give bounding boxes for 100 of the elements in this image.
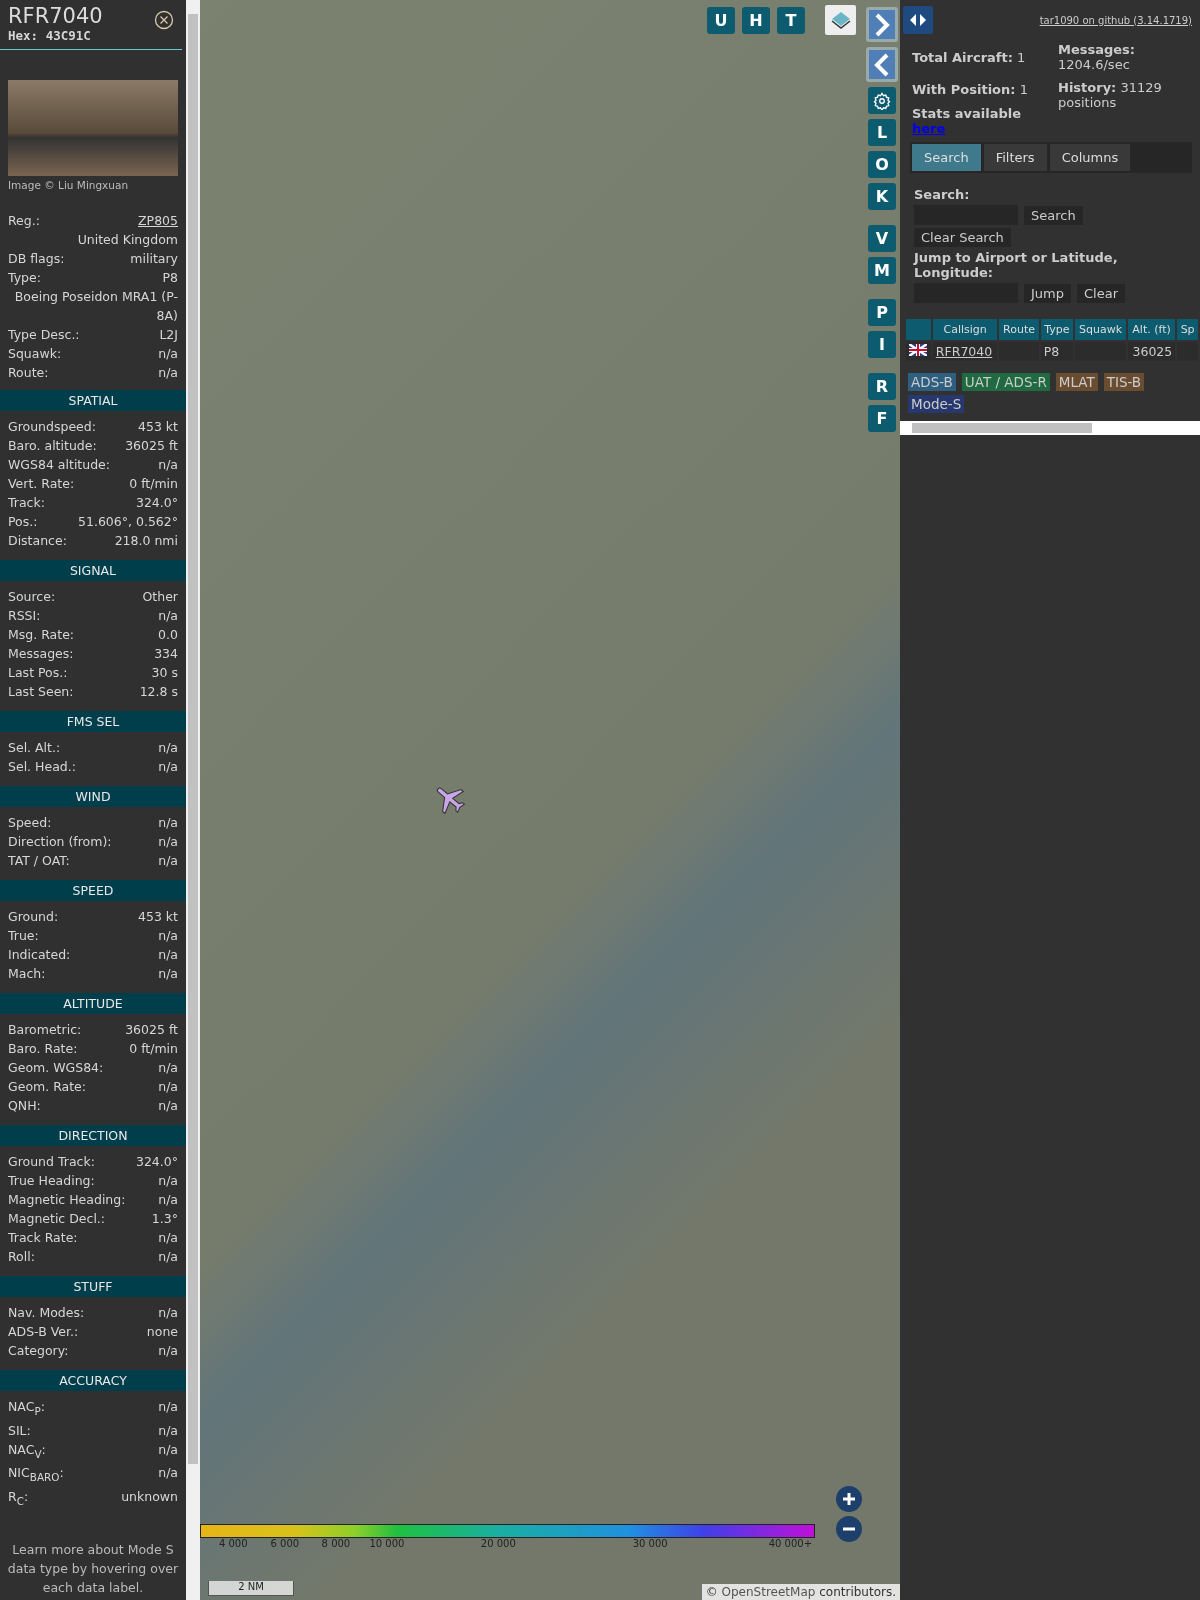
field-label: Reg.:: [8, 212, 40, 230]
column-header[interactable]: Sp: [1177, 319, 1198, 340]
field-label: Ground Track:: [8, 1153, 95, 1171]
field-label: Magnetic Decl.:: [8, 1210, 106, 1228]
map-toggle-button[interactable]: P: [868, 299, 896, 326]
field-label: Groundspeed:: [8, 418, 96, 436]
expand-button[interactable]: [866, 7, 898, 42]
field-value: Boeing Poseidon MRA1 (P-8A): [13, 288, 178, 325]
field-value: n/a: [158, 1078, 178, 1096]
field-label: Track:: [8, 494, 45, 512]
table-cell: 36025: [1127, 342, 1176, 361]
field-value: n/a: [158, 1440, 178, 1459]
clear-button[interactable]: Clear: [1077, 283, 1125, 303]
field-value: n/a: [158, 1191, 178, 1209]
field-label: Roll:: [8, 1248, 35, 1266]
field-label: QNH:: [8, 1097, 41, 1115]
field-label: Source:: [8, 588, 56, 606]
field-value: 36025 ft: [125, 437, 178, 455]
field-label: Pos.:: [8, 513, 38, 531]
field-label: Geom. WGS84:: [8, 1059, 104, 1077]
field-label: Mach:: [8, 965, 46, 983]
field-value: n/a: [158, 1059, 178, 1077]
field-label: Distance:: [8, 532, 67, 550]
field-label: NAC$_{P}$:: [8, 1398, 45, 1419]
field-value: 334: [154, 645, 178, 663]
field-value: 0 ft/min: [129, 1040, 178, 1058]
source-legend-badge: TIS-B: [1103, 373, 1145, 391]
callsign-link[interactable]: RFR7040: [935, 344, 993, 359]
version-link[interactable]: tar1090 on github (3.14.1719): [1039, 14, 1192, 26]
field-value: none: [146, 1323, 178, 1341]
field-label: Last Pos.:: [8, 664, 68, 682]
field-label: Speed:: [8, 814, 52, 832]
map-toggle-button[interactable]: T: [777, 7, 805, 34]
jump-label: Jump to Airport or Latitude, Longitude:: [914, 250, 1119, 280]
field-label: Msg. Rate:: [8, 626, 75, 644]
settings-button[interactable]: [868, 87, 896, 114]
column-header[interactable]: Route: [999, 319, 1039, 340]
field-label: Last Seen:: [8, 683, 74, 701]
field-value: Other: [142, 588, 178, 606]
field-value: 30 s: [151, 664, 178, 682]
field-value: n/a: [158, 946, 178, 964]
field-value: L2J: [159, 326, 178, 344]
column-header[interactable]: Type: [1040, 319, 1074, 340]
field-label: SIL:: [8, 1421, 31, 1440]
field-value: 0.0: [158, 626, 178, 644]
map-toggle-button[interactable]: V: [868, 225, 896, 252]
flag-icon: [909, 344, 927, 356]
field-value: n/a: [158, 1248, 178, 1266]
field-value: unknown: [121, 1487, 178, 1506]
search-button[interactable]: Search: [1024, 205, 1083, 225]
vertical-scrollbar[interactable]: [186, 0, 200, 1600]
attribution-link[interactable]: OpenStreetMap: [721, 1585, 816, 1599]
field-label: ADS-B Ver.:: [8, 1323, 79, 1341]
field-value: n/a: [158, 607, 178, 625]
field-label: NIC$_{BARO}$:: [8, 1464, 64, 1485]
map-toggle-button[interactable]: H: [742, 7, 770, 34]
clear-search-button[interactable]: Clear Search: [914, 228, 1011, 247]
tab[interactable]: Filters: [983, 144, 1047, 171]
field-value: n/a: [158, 965, 178, 983]
field-label: Track Rate:: [8, 1229, 78, 1247]
map-toggle-button[interactable]: U: [707, 7, 735, 34]
field-value: n/a: [158, 814, 178, 832]
stat-text: Messages: 1204.6/sec: [1058, 42, 1137, 72]
map-toggle-button[interactable]: F: [868, 405, 896, 432]
callsign-title: RFR7040: [8, 4, 103, 28]
field-value: 1.3°: [151, 1210, 178, 1228]
column-header[interactable]: Squawk: [1075, 319, 1126, 340]
map-toggle-button[interactable]: O: [868, 151, 896, 178]
close-icon[interactable]: [154, 10, 174, 30]
section-header: FMS SEL: [0, 711, 186, 732]
tab[interactable]: Columns: [1049, 144, 1131, 171]
column-header[interactable]: Alt. (ft): [1127, 319, 1176, 340]
map-attribution: © OpenStreetMap contributors.: [701, 1584, 900, 1600]
section-header: STUFF: [0, 1276, 186, 1297]
field-label: Baro. Rate:: [8, 1040, 78, 1058]
field-label: True:: [8, 927, 39, 945]
field-value: P8: [162, 269, 178, 287]
map-toggle-button[interactable]: I: [868, 331, 896, 358]
map-toggle-button[interactable]: K: [868, 183, 896, 210]
field-value: n/a: [158, 739, 178, 757]
column-header[interactable]: Callsign: [932, 319, 998, 340]
layers-button[interactable]: [825, 5, 856, 35]
registration-link[interactable]: ZP805: [138, 211, 178, 230]
field-value: 12.8 s: [139, 683, 178, 701]
field-value: n/a: [158, 1342, 178, 1360]
collapse-button[interactable]: [866, 47, 898, 82]
jump-button[interactable]: Jump: [1024, 283, 1071, 303]
field-label: Type Desc.:: [8, 326, 80, 344]
stat-text: With Position: 1: [912, 81, 1029, 98]
map-toggle-button[interactable]: R: [868, 373, 896, 400]
panel-toggle-button[interactable]: [903, 6, 933, 34]
field-label: Vert. Rate:: [8, 475, 75, 493]
field-value: n/a: [158, 364, 178, 382]
chevron-right-icon: [874, 12, 890, 37]
map-toggle-button[interactable]: M: [868, 257, 896, 284]
field-label: Indicated:: [8, 946, 71, 964]
tab[interactable]: Search: [912, 144, 981, 171]
map-toggle-button[interactable]: L: [868, 119, 896, 146]
stat-text: History: 31129 positions: [1058, 80, 1163, 110]
horizontal-scrollbar[interactable]: [900, 421, 1200, 435]
